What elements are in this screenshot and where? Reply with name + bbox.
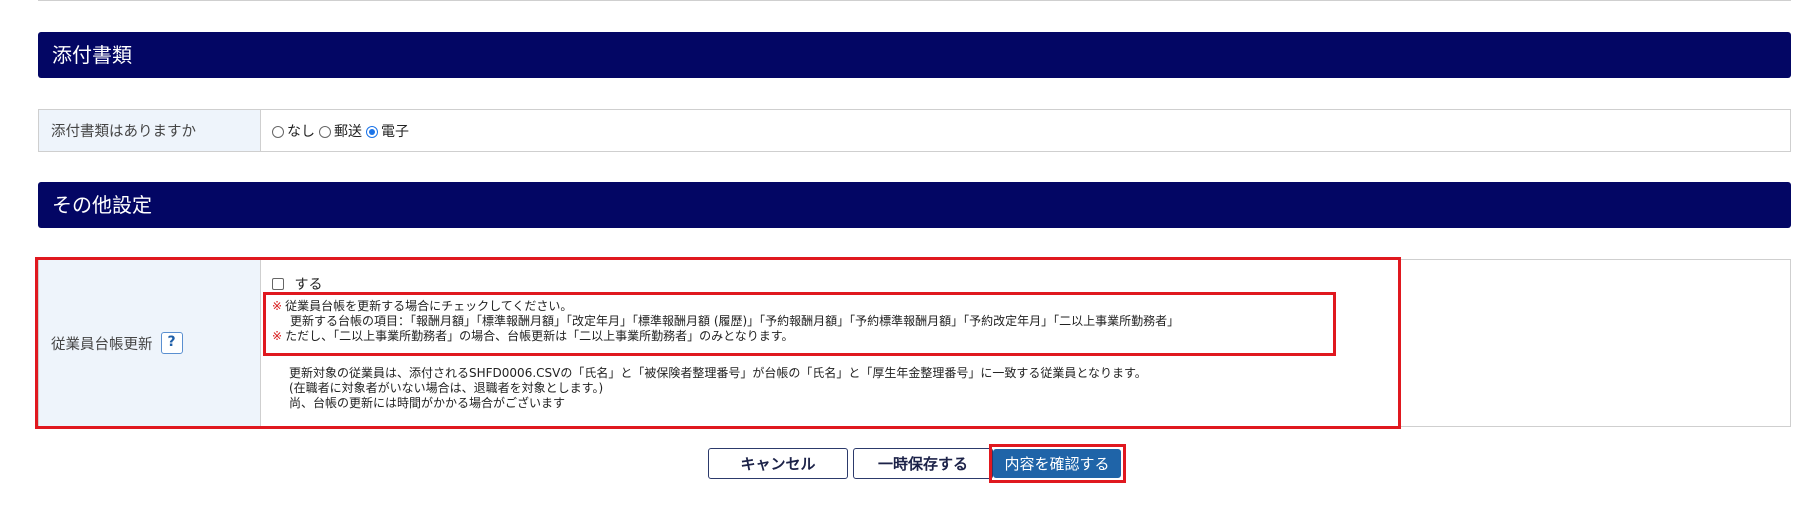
radio-none-label[interactable]: なし <box>287 121 315 141</box>
employee-ledger-label: 従業員台帳更新 <box>51 336 153 353</box>
info-line-2: (在職者に対象者がいない場合は、退職者を対象とします。) <box>289 381 604 395</box>
top-divider <box>38 0 1791 1</box>
attachments-row: 添付書類はありますか なし 郵送 電子 <box>38 109 1791 152</box>
radio-mail-label[interactable]: 郵送 <box>334 121 362 141</box>
note-line-1: ※ 従業員台帳を更新する場合にチェックしてください。 <box>272 299 1372 314</box>
top-divider-left <box>38 0 39 1</box>
employee-ledger-checkbox-wrap[interactable]: する <box>272 274 322 294</box>
save-draft-button[interactable]: 一時保存する <box>853 448 993 479</box>
employee-ledger-label-cell: 従業員台帳更新 ? <box>39 260 261 426</box>
attachments-radio-group: なし 郵送 電子 <box>272 110 413 151</box>
radio-mail[interactable] <box>319 125 331 138</box>
top-divider-right <box>1790 0 1791 1</box>
section-title-attachments: 添付書類 <box>52 43 132 67</box>
info-line-1: 更新対象の従業員は、添付されるSHFD0006.CSVの「氏名」と「被保険者整理… <box>289 366 1147 380</box>
employee-ledger-info: 更新対象の従業員は、添付されるSHFD0006.CSVの「氏名」と「被保険者整理… <box>289 366 1389 411</box>
employee-ledger-row: 従業員台帳更新 ? する ※ 従業員台帳を更新する場合にチェックしてください。 更… <box>38 259 1791 427</box>
note-marker-3: ※ <box>272 329 283 343</box>
note-text-1: 従業員台帳を更新する場合にチェックしてください。 <box>285 299 573 313</box>
section-header-attachments: 添付書類 <box>38 32 1791 78</box>
note-marker-1: ※ <box>272 299 283 313</box>
note-line-2: 更新する台帳の項目：「報酬月額」「標準報酬月額」「改定年月」「標準報酬月額 (履… <box>290 314 1180 328</box>
section-header-other: その他設定 <box>38 182 1791 228</box>
employee-ledger-notes: ※ 従業員台帳を更新する場合にチェックしてください。 更新する台帳の項目：「報酬月… <box>272 299 1372 344</box>
help-icon[interactable]: ? <box>160 332 183 354</box>
employee-ledger-checkbox[interactable] <box>272 278 284 290</box>
radio-electronic[interactable] <box>366 125 378 138</box>
radio-none[interactable] <box>272 125 284 138</box>
employee-ledger-checkbox-label[interactable]: する <box>294 277 322 293</box>
radio-electronic-label[interactable]: 電子 <box>381 121 409 141</box>
info-line-3: 尚、台帳の更新には時間がかかる場合がございます <box>289 396 566 410</box>
note-line-3: ※ ただし、「二以上事業所勤務者」の場合、台帳更新は「二以上事業所勤務者」のみとな… <box>272 329 1372 344</box>
section-title-other: その他設定 <box>52 193 152 217</box>
cancel-button[interactable]: キャンセル <box>708 448 848 479</box>
confirm-button[interactable]: 内容を確認する <box>993 449 1121 478</box>
note-text-3: ただし、「二以上事業所勤務者」の場合、台帳更新は「二以上事業所勤務者」のみとなり… <box>285 329 794 343</box>
attachments-question-label: 添付書類はありますか <box>39 110 261 151</box>
